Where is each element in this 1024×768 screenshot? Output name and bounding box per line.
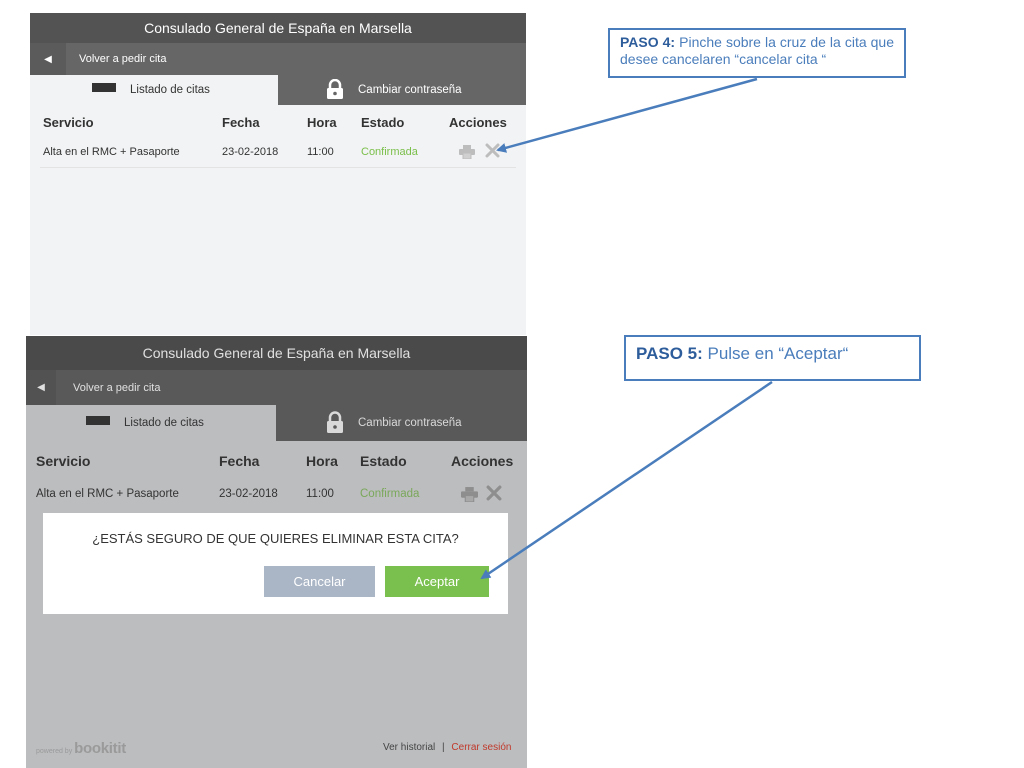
tab-label: Cambiar contraseña: [358, 417, 462, 429]
accept-button[interactable]: Aceptar: [385, 566, 489, 597]
logout-link[interactable]: Cerrar sesión: [451, 742, 511, 753]
col-service: Servicio: [43, 115, 94, 130]
arrow-step-4: [496, 77, 758, 153]
table-header: Servicio Fecha Hora Estado Acciones: [26, 441, 527, 477]
row-time: 11:00: [306, 488, 334, 500]
back-arrow-icon[interactable]: ◀: [30, 43, 66, 75]
history-link[interactable]: Ver historial: [383, 742, 435, 753]
tab-label: Listado de citas: [124, 417, 204, 429]
step5-text: Pulse en “Aceptar“: [702, 344, 849, 363]
print-icon[interactable]: [461, 487, 478, 505]
dialog-question: ¿ESTÁS SEGURO DE QUE QUIERES ELIMINAR ES…: [92, 531, 459, 546]
step5-title: PASO 5:: [636, 344, 703, 363]
cancel-button[interactable]: Cancelar: [264, 566, 375, 597]
screen-1: Consulado General de España en Marsella …: [30, 13, 526, 335]
close-icon[interactable]: [486, 485, 502, 504]
col-actions: Acciones: [451, 453, 514, 469]
confirm-dialog: ¿ESTÁS SEGURO DE QUE QUIERES ELIMINAR ES…: [43, 513, 508, 614]
back-label[interactable]: Volver a pedir cita: [79, 53, 166, 65]
footer-separator: |: [442, 742, 445, 753]
tab-change-password[interactable]: Cambiar contraseña: [276, 405, 527, 441]
row-time: 11:00: [307, 146, 334, 158]
table-row: Alta en el RMC + Pasaporte 23-02-2018 11…: [40, 137, 516, 168]
title-text: Consulado General de España en Marsella: [144, 20, 412, 36]
print-icon[interactable]: [459, 145, 475, 162]
back-bar[interactable]: ◀ Volver a pedir cita: [30, 43, 526, 75]
col-date: Fecha: [222, 115, 260, 130]
close-icon[interactable]: [485, 143, 500, 161]
table-row: Alta en el RMC + Pasaporte 23-02-2018 11…: [26, 477, 527, 511]
tab-appointments[interactable]: Listado de citas: [30, 75, 278, 105]
tab-change-password[interactable]: Cambiar contraseña: [278, 75, 526, 105]
row-date: 23-02-2018: [222, 146, 279, 158]
lock-icon: [326, 410, 344, 436]
app-title: Consulado General de España en Marsella: [30, 13, 526, 43]
col-status: Estado: [360, 453, 407, 469]
table-header: Servicio Fecha Hora Estado Acciones: [30, 105, 526, 137]
tab-label: Cambiar contraseña: [358, 84, 462, 96]
row-date: 23-02-2018: [219, 488, 278, 500]
step4-title: PASO 4:: [620, 34, 676, 50]
screen-2: Consulado General de España en Marsella …: [26, 336, 527, 768]
back-label[interactable]: Volver a pedir cita: [73, 382, 160, 394]
col-time: Hora: [307, 115, 337, 130]
col-status: Estado: [361, 115, 405, 130]
col-actions: Acciones: [449, 115, 507, 130]
menu-icon: [92, 82, 116, 98]
bookitit-logo: bookitit: [74, 740, 126, 757]
tab-label: Listado de citas: [130, 84, 210, 96]
app-title: Consulado General de España en Marsella: [26, 336, 527, 370]
back-arrow-icon[interactable]: ◀: [26, 370, 56, 405]
lock-icon: [326, 78, 344, 102]
title-text: Consulado General de España en Marsella: [142, 345, 411, 361]
row-status: Confirmada: [361, 146, 418, 158]
powered-by: powered by bookitit: [36, 740, 126, 757]
row-service: Alta en el RMC + Pasaporte: [43, 146, 180, 158]
menu-icon: [86, 415, 110, 431]
powered-by-text: powered by: [36, 748, 73, 755]
callout-step-4: PASO 4: Pinche sobre la cruz de la cita …: [608, 28, 906, 78]
row-status: Confirmada: [360, 488, 420, 500]
col-service: Servicio: [36, 453, 91, 469]
col-date: Fecha: [219, 453, 260, 469]
footer-links: Ver historial | Cerrar sesión: [383, 742, 511, 753]
tab-appointments[interactable]: Listado de citas: [26, 405, 276, 441]
back-bar[interactable]: ◀ Volver a pedir cita: [26, 370, 527, 405]
row-service: Alta en el RMC + Pasaporte: [36, 488, 179, 500]
callout-step-5: PASO 5: Pulse en “Aceptar“: [624, 335, 921, 381]
col-time: Hora: [306, 453, 338, 469]
